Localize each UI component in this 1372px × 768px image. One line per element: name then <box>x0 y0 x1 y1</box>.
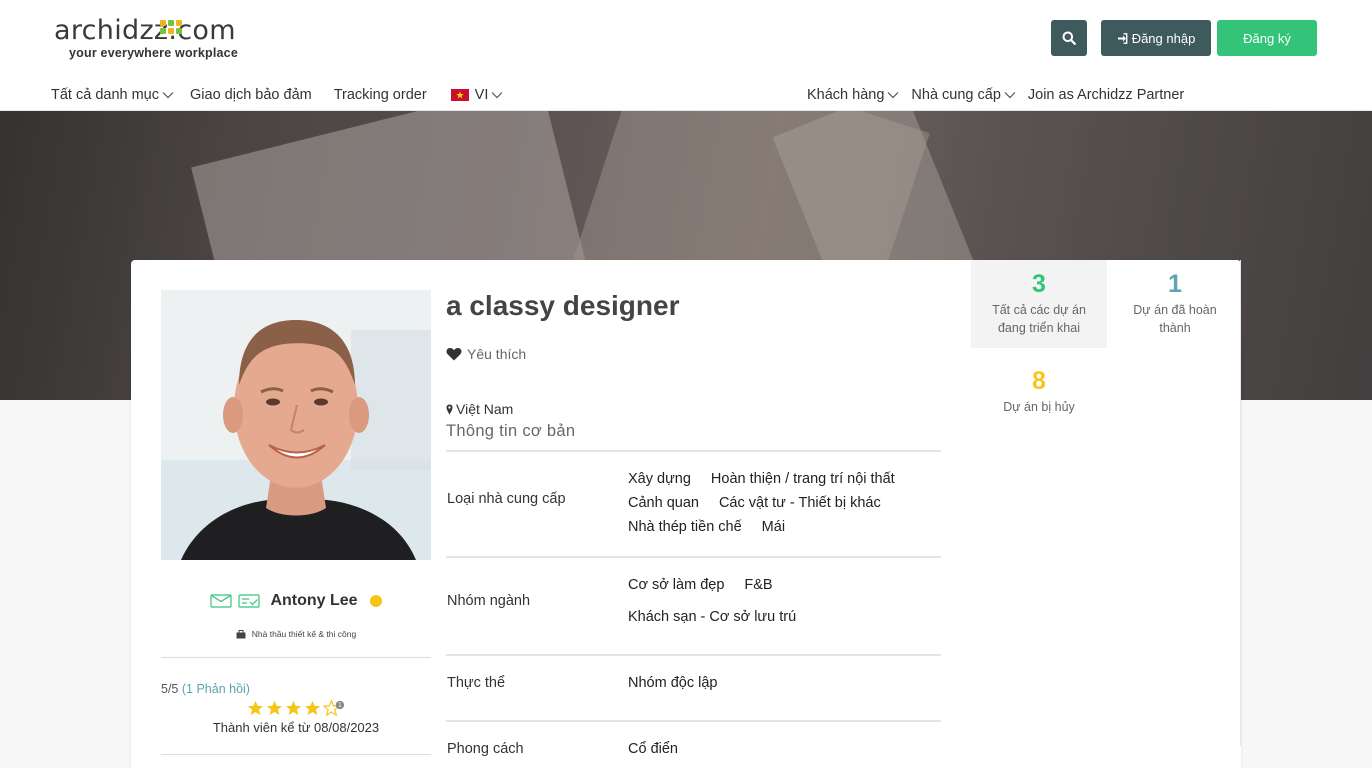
profile-name: Antony Lee <box>270 592 358 609</box>
project-stats: 3 Tất cả các dự án đang triển khai 1 Dự … <box>971 260 1241 746</box>
logo-dots <box>160 20 182 34</box>
site-logo[interactable]: archidzz.com your everywhere workplace <box>54 16 244 62</box>
nav-partner-label: Join as Archidzz Partner <box>1027 87 1185 103</box>
logo-main: archidzz.com <box>54 15 236 46</box>
svg-text:1: 1 <box>338 703 342 709</box>
info-label: Nhóm ngành <box>447 593 531 609</box>
stat-cancelled: 8 Dự án bị hủy <box>971 357 1107 445</box>
location: Việt Nam <box>446 401 513 417</box>
stat-ongoing: 3 Tất cả các dự án đang triển khai <box>971 260 1107 348</box>
star-icon <box>304 700 321 716</box>
nav-customers-label: Khách hàng <box>807 87 885 103</box>
star-icon <box>285 700 302 716</box>
info-values: Xây dựng Hoàn thiện / trang trí nội thất… <box>628 471 895 543</box>
chevron-down-icon <box>887 92 899 99</box>
rating-value: 5/5 <box>161 682 179 696</box>
id-verified-icon <box>238 594 261 608</box>
section-heading-basic-info: Thông tin cơ bản <box>446 422 576 440</box>
divider <box>161 657 431 658</box>
tag: Mái <box>761 519 786 535</box>
email-verified-icon <box>210 594 233 608</box>
language-label: VI <box>474 87 489 103</box>
rating-summary: 5/5 (1 Phản hồi) <box>161 682 250 696</box>
star-outline-icon: 1 <box>323 700 345 716</box>
divider <box>161 754 431 755</box>
star-icon <box>266 700 283 716</box>
info-values: Cổ điển <box>628 741 678 757</box>
stat-cancelled-label: Dự án bị hủy <box>1003 400 1075 414</box>
stat-done-number: 1 <box>1168 270 1182 298</box>
search-button[interactable] <box>1051 20 1087 56</box>
stat-ongoing-number: 3 <box>1032 270 1046 298</box>
register-label: Đăng ký <box>1243 30 1291 46</box>
profile-name-row: Antony Lee <box>161 592 431 610</box>
info-label: Loại nhà cung cấp <box>447 491 566 507</box>
status-dot <box>369 595 382 607</box>
profile-avatar <box>161 290 431 560</box>
nav-escrow[interactable]: Giao dịch bảo đảm <box>190 87 312 103</box>
tag: Nhà thép tiền chế <box>628 519 742 535</box>
info-label: Phong cách <box>447 741 524 757</box>
nav-tracking-label: Tracking order <box>333 87 427 103</box>
tag: Hoàn thiện / trang trí nội thất <box>710 471 895 487</box>
profile-role-label: Nhà thầu thiết kế & thi công <box>251 629 357 639</box>
tag: Cảnh quan <box>628 495 699 511</box>
nav-suppliers-label: Nhà cung cấp <box>911 87 1001 103</box>
tag: Cơ sở làm đẹp <box>628 577 725 593</box>
info-table: Loại nhà cung cấp Xây dựng Hoàn thiện / … <box>446 450 941 768</box>
nav-escrow-label: Giao dịch bảo đảm <box>190 87 312 103</box>
favorite-button[interactable]: Yêu thích <box>446 346 526 362</box>
chevron-down-icon <box>491 92 503 99</box>
nav-all-categories[interactable]: Tất cả danh mục <box>51 87 174 103</box>
profile-title: a classy designer <box>446 290 680 321</box>
info-label: Thực thể <box>447 675 506 691</box>
info-values: Cơ sở làm đẹp F&B Khách sạn - Cơ sở lưu … <box>628 577 796 633</box>
favorite-label: Yêu thích <box>467 346 527 362</box>
chevron-down-icon <box>1004 92 1016 99</box>
map-marker-icon <box>446 404 453 414</box>
login-button[interactable]: Đăng nhập <box>1101 20 1211 56</box>
search-icon <box>1062 31 1076 45</box>
tag: Các vật tư - Thiết bị khác <box>718 495 881 511</box>
tag: Xây dựng <box>628 471 691 487</box>
vietnam-flag-icon <box>450 89 469 101</box>
info-values: Nhóm độc lập <box>628 675 717 691</box>
nav-partner[interactable]: Join as Archidzz Partner <box>1028 87 1184 103</box>
location-label: Việt Nam <box>456 401 514 417</box>
main-nav: Tất cả danh mục Giao dịch bảo đảm Tracki… <box>51 84 519 106</box>
info-row: Phong cách Cổ điển <box>446 720 941 768</box>
nav-all-categories-label: Tất cả danh mục <box>51 87 159 103</box>
profile-role: Nhà thầu thiết kế & thi công <box>161 629 431 639</box>
language-selector[interactable]: VI <box>450 87 504 103</box>
heart-icon <box>446 347 462 361</box>
info-row: Nhóm ngành Cơ sở làm đẹp F&B Khách sạn -… <box>446 556 941 654</box>
info-row: Loại nhà cung cấp Xây dựng Hoàn thiện / … <box>446 450 941 556</box>
stat-cancelled-number: 8 <box>1032 367 1046 395</box>
stat-done-label: Dự án đã hoàn thành <box>1133 303 1217 335</box>
stat-done: 1 Dự án đã hoàn thành <box>1107 260 1243 348</box>
nav-tracking[interactable]: Tracking order <box>334 87 427 103</box>
tag: Cổ điển <box>628 741 678 757</box>
login-label: Đăng nhập <box>1131 30 1196 46</box>
rating-stars: 1 <box>247 700 345 716</box>
secondary-nav: Khách hàng Nhà cung cấp Join as Archidzz… <box>807 84 1200 106</box>
nav-customers[interactable]: Khách hàng <box>807 87 899 103</box>
site-header: archidzz.com your everywhere workplace Đ… <box>0 0 1372 111</box>
member-since: Thành viên kể từ 08/08/2023 <box>212 720 380 735</box>
tag: Khách sạn - Cơ sở lưu trú <box>628 609 797 625</box>
chevron-down-icon <box>162 92 174 99</box>
tag: Nhóm độc lập <box>628 675 718 691</box>
briefcase-icon <box>236 629 246 638</box>
reviews-link[interactable]: (1 Phản hồi) <box>182 682 250 696</box>
star-icon <box>247 700 264 716</box>
tag: F&B <box>744 577 773 593</box>
info-row: Thực thể Nhóm độc lập <box>446 654 941 720</box>
stat-ongoing-label: Tất cả các dự án đang triển khai <box>992 303 1086 335</box>
profile-card: Antony Lee Nhà thầu thiết kế & thi công … <box>131 260 1241 768</box>
logo-tagline: your everywhere workplace <box>69 46 238 60</box>
nav-suppliers[interactable]: Nhà cung cấp <box>911 87 1016 103</box>
register-button[interactable]: Đăng ký <box>1217 20 1317 56</box>
sign-in-icon <box>1117 32 1128 44</box>
